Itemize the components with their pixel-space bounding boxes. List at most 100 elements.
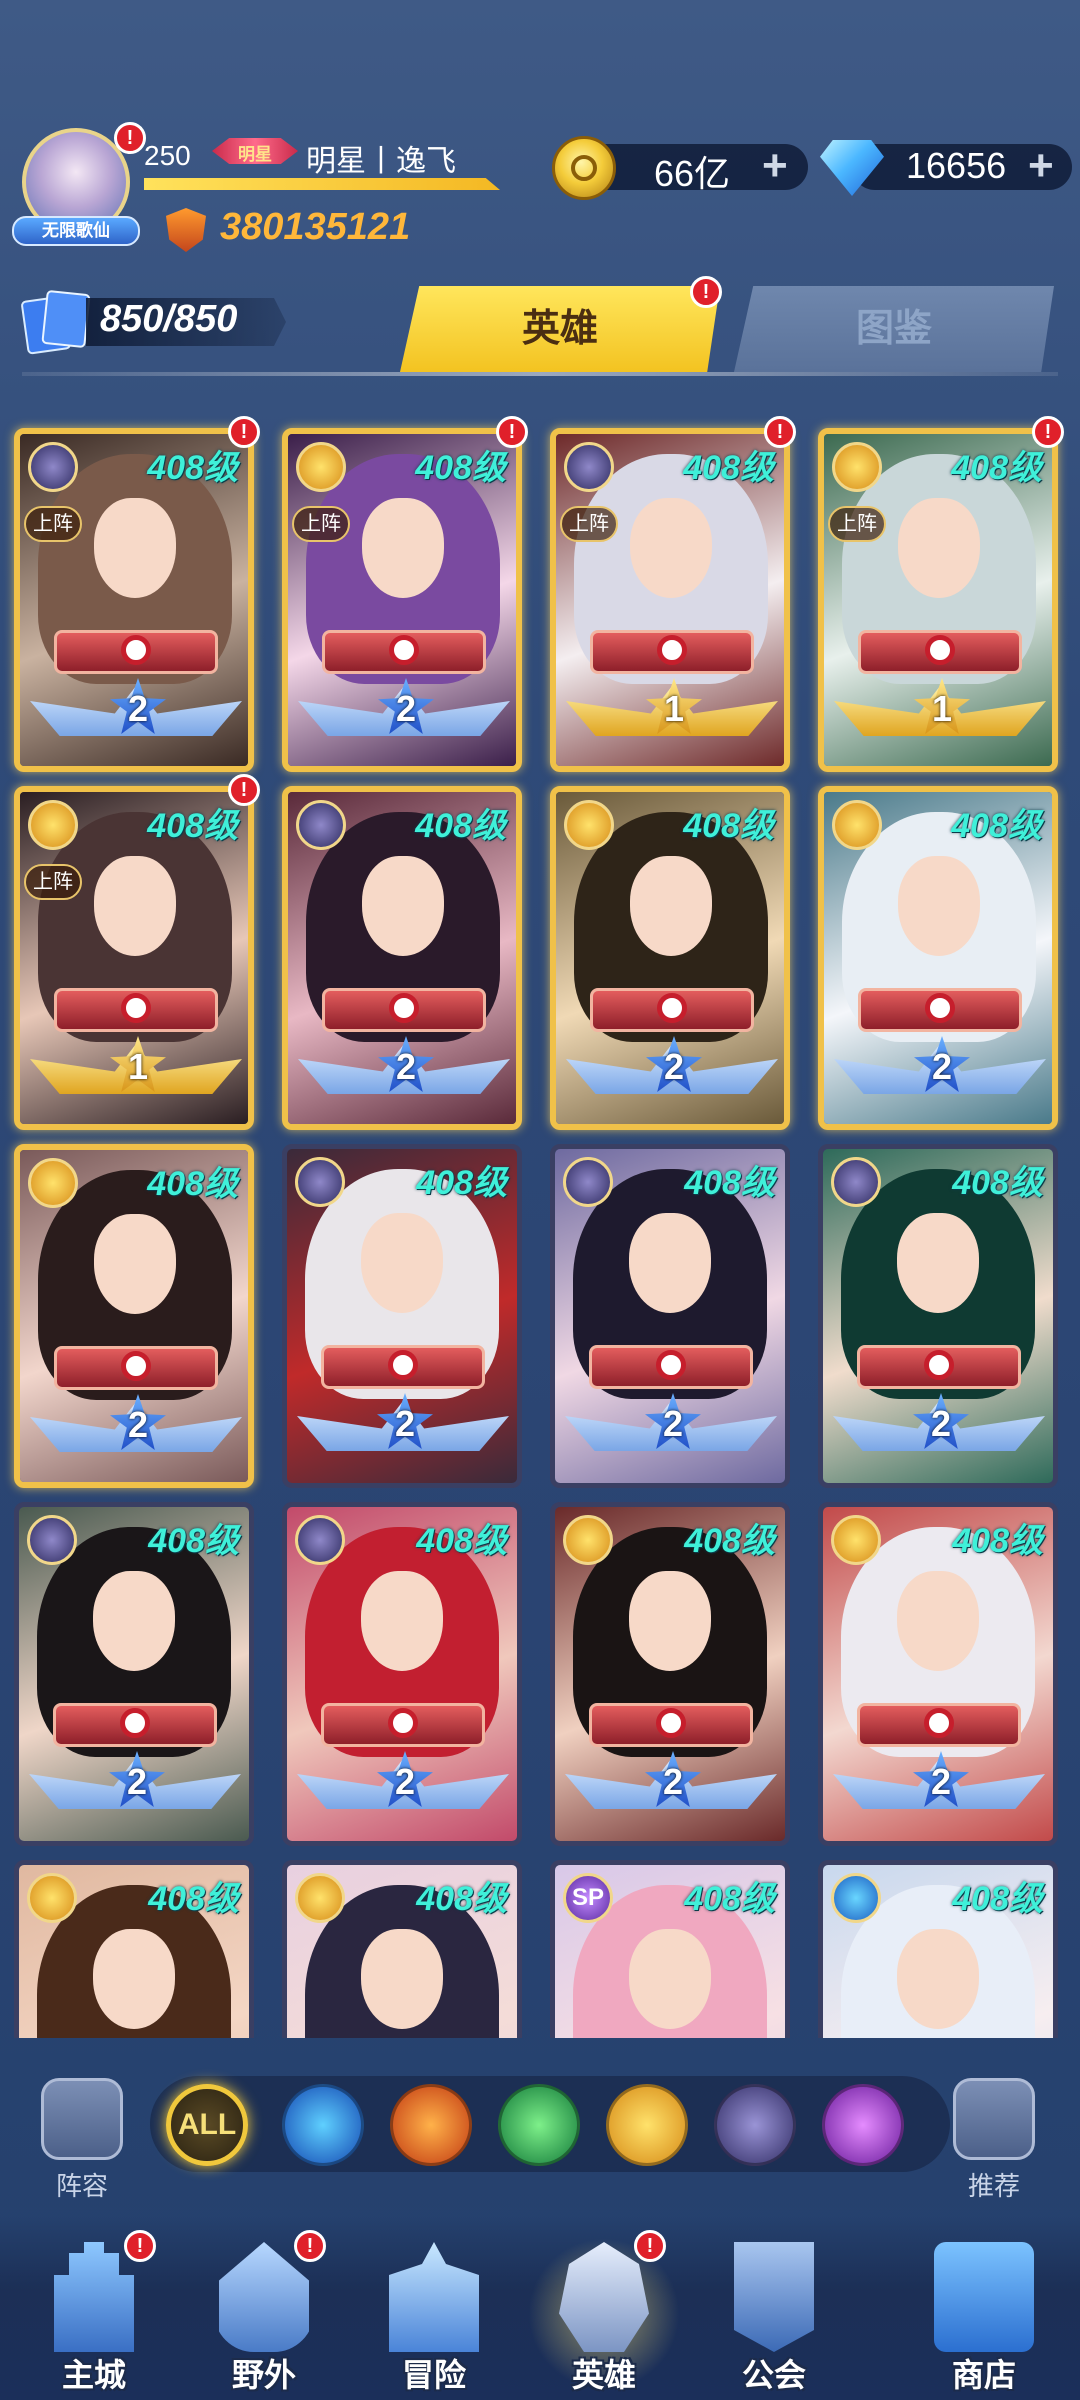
- hero-emblem-icon: [54, 630, 218, 674]
- hero-face: [629, 1213, 711, 1313]
- tab-codex[interactable]: 图鉴: [734, 286, 1054, 372]
- faction-light-icon: [832, 442, 882, 492]
- faction-light-icon: [832, 800, 882, 850]
- add-diamond-button[interactable]: +: [1028, 141, 1054, 191]
- gold-coin-icon: [552, 136, 616, 200]
- nav-adventure[interactable]: 冒险: [364, 2230, 504, 2398]
- hero-star-count: 2: [127, 688, 149, 729]
- hero-card[interactable]: 408级: [818, 1860, 1058, 2038]
- faction-light-icon: [563, 1515, 613, 1565]
- sword-icon: [389, 2242, 479, 2352]
- player-avatar[interactable]: 无限歌仙 !: [8, 122, 146, 248]
- hero-card[interactable]: 2 408级: [818, 1502, 1058, 1846]
- lineup-shield-icon: [41, 2078, 123, 2160]
- recommend-button[interactable]: 推荐: [944, 2078, 1044, 2203]
- hero-card[interactable]: 2 408级: [282, 1502, 522, 1846]
- hero-card[interactable]: 2 408级: [550, 786, 790, 1130]
- faction-dark-icon: [831, 1157, 881, 1207]
- hero-card[interactable]: SP 408级: [550, 1860, 790, 2038]
- nav-alert-badge: !: [294, 2230, 326, 2262]
- lineup-button[interactable]: 阵容: [32, 2078, 132, 2203]
- hero-card[interactable]: 408级: [282, 1860, 522, 2038]
- hero-face: [362, 498, 444, 598]
- faction-light-icon: [564, 800, 614, 850]
- hero-emblem-icon: [54, 1346, 218, 1390]
- faction-light-icon: [296, 442, 346, 492]
- hero-face: [898, 498, 980, 598]
- add-gold-button[interactable]: +: [762, 141, 788, 191]
- faction-dark-icon: [27, 1515, 77, 1565]
- nav-label: 主城: [61, 2357, 126, 2393]
- nav-label: 野外: [231, 2357, 296, 2393]
- hero-face: [361, 1571, 443, 1671]
- hero-card[interactable]: 2 408级: [282, 786, 522, 1130]
- hero-card[interactable]: 2 408级: [550, 1144, 790, 1488]
- filter-all-button[interactable]: ALL: [166, 2084, 248, 2166]
- hero-level: 408级: [683, 807, 774, 845]
- faction-water-icon: [831, 1873, 881, 1923]
- hero-card[interactable]: 2 408级: [818, 786, 1058, 1130]
- hero-level: 408级: [952, 1522, 1043, 1560]
- hero-face: [897, 1929, 979, 2029]
- hero-face: [629, 1929, 711, 2029]
- combat-power-icon: [166, 208, 206, 252]
- filter-fire-icon[interactable]: [390, 2084, 472, 2166]
- hero-face: [94, 1214, 176, 1314]
- hero-card[interactable]: 408级: [14, 1860, 254, 2038]
- hero-star-count: 2: [394, 1403, 416, 1444]
- lineup-label: 阵容: [55, 2171, 108, 2201]
- nav-guild[interactable]: 公会: [704, 2230, 844, 2398]
- hero-emblem-icon: [54, 988, 218, 1032]
- hero-star-count: 2: [394, 1761, 416, 1802]
- filter-void-icon[interactable]: [822, 2084, 904, 2166]
- nav-main-city[interactable]: 主城 !: [24, 2230, 164, 2398]
- banner-icon: [734, 2242, 814, 2352]
- filter-light-icon[interactable]: [606, 2084, 688, 2166]
- hero-level: 408级: [148, 1880, 239, 1918]
- hero-emblem-icon: [590, 630, 754, 674]
- hero-card[interactable]: 2 408级: [818, 1144, 1058, 1488]
- hero-emblem-icon: [589, 1345, 753, 1389]
- hero-face: [362, 856, 444, 956]
- tab-heroes[interactable]: 英雄: [400, 286, 720, 372]
- filter-dark-icon[interactable]: [714, 2084, 796, 2166]
- hero-emblem-icon: [857, 1345, 1021, 1389]
- hero-card[interactable]: 2 408级: [14, 1144, 254, 1488]
- hero-face: [897, 1213, 979, 1313]
- hero-emblem-icon: [53, 1703, 217, 1747]
- filter-water-icon[interactable]: [282, 2084, 364, 2166]
- hero-card[interactable]: 2 408级 上阵: [282, 428, 522, 772]
- hero-star-count: 2: [395, 1046, 417, 1087]
- hero-face: [93, 1929, 175, 2029]
- faction-light-icon: [831, 1515, 881, 1565]
- hero-level: 408级: [416, 1164, 507, 1202]
- nav-field[interactable]: 野外 !: [194, 2230, 334, 2398]
- hero-star-count: 1: [127, 1046, 149, 1087]
- hero-card[interactable]: 1 408级 上阵: [550, 428, 790, 772]
- hero-emblem-icon: [589, 1703, 753, 1747]
- hero-level: 408级: [415, 807, 506, 845]
- nav-shop[interactable]: 商店: [914, 2230, 1054, 2398]
- hero-level: 408级: [684, 1880, 775, 1918]
- header-divider: [22, 372, 1058, 376]
- hero-card[interactable]: 2 408级: [14, 1502, 254, 1846]
- faction-dark-icon: [295, 1157, 345, 1207]
- castle-icon: [54, 2242, 134, 2352]
- nav-heroes[interactable]: 英雄 !: [528, 2230, 680, 2398]
- faction-dark-icon: [296, 800, 346, 850]
- hero-card[interactable]: 1 408级 上阵: [818, 428, 1058, 772]
- hero-card[interactable]: 2 408级: [282, 1144, 522, 1488]
- player-name: 明星丨逸飞: [306, 145, 456, 178]
- hero-card[interactable]: 1 408级 上阵: [14, 786, 254, 1130]
- faction-light-icon: [295, 1873, 345, 1923]
- hero-emblem-icon: [858, 630, 1022, 674]
- hero-cards-icon: [20, 289, 91, 355]
- tab-heroes-alert-badge: !: [690, 276, 722, 308]
- hero-card[interactable]: 2 408级 上阵: [14, 428, 254, 772]
- filter-wind-icon[interactable]: [498, 2084, 580, 2166]
- hero-level: 408级: [952, 1880, 1043, 1918]
- hero-face: [94, 498, 176, 598]
- hero-card[interactable]: 2 408级: [550, 1502, 790, 1846]
- shop-icon: [934, 2242, 1034, 2352]
- hero-star-count: 2: [663, 1046, 685, 1087]
